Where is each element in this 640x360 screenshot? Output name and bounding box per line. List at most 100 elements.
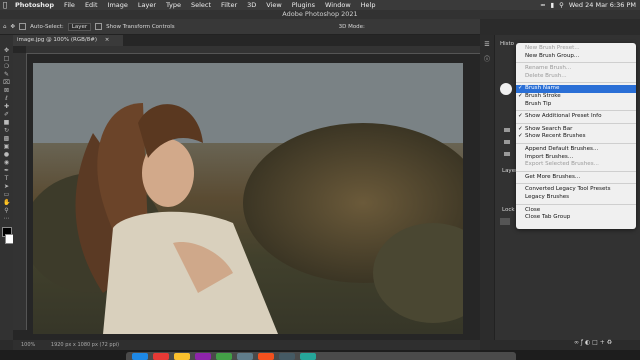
panel-bottom-icons: ∞ ƒ ◐ □ + ♻ bbox=[574, 339, 612, 346]
menu-select[interactable]: Select bbox=[186, 1, 216, 9]
zoom-level[interactable]: 100% bbox=[21, 342, 35, 348]
menubar-clock[interactable]: Wed 24 Mar 6:36 PM bbox=[569, 1, 636, 9]
menu-item[interactable]: New Brush Group... bbox=[516, 53, 636, 61]
dock-app-icon[interactable] bbox=[216, 352, 232, 360]
dock-app-icon[interactable] bbox=[195, 352, 211, 360]
menu-view[interactable]: View bbox=[261, 1, 286, 9]
new-group-icon[interactable]: □ bbox=[592, 339, 598, 346]
dodge-tool-icon[interactable]: ◉ bbox=[3, 159, 10, 166]
vertical-ruler[interactable] bbox=[13, 53, 27, 330]
menu-item-label: Export Selected Brushes... bbox=[525, 161, 599, 168]
crop-tool-icon[interactable]: ⌧ bbox=[3, 79, 10, 86]
tools-panel: ✥ □ ❍ ✎ ⌧ ⊠ ℓ ✚ ✐ ■ ↻ ▩ ▣ ● ◉ ✒ T ➤ ▭ ✋ … bbox=[0, 35, 15, 340]
quick-select-tool-icon[interactable]: ✎ bbox=[3, 71, 10, 78]
folder-icon[interactable] bbox=[504, 140, 510, 144]
menu-item[interactable]: Import Brushes... bbox=[516, 154, 636, 162]
new-layer-icon[interactable]: + bbox=[600, 339, 605, 346]
apple-icon[interactable]:  bbox=[0, 1, 10, 9]
mask-icon[interactable]: ◐ bbox=[585, 339, 590, 346]
folder-icon[interactable] bbox=[504, 152, 510, 156]
history-brush-icon[interactable]: ↻ bbox=[3, 127, 10, 134]
stamp-tool-icon[interactable]: ■ bbox=[3, 119, 10, 126]
folder-icon[interactable] bbox=[504, 128, 510, 132]
menu-image[interactable]: Image bbox=[103, 1, 133, 9]
eraser-tool-icon[interactable]: ▩ bbox=[3, 135, 10, 142]
menu-app-name[interactable]: Photoshop bbox=[10, 1, 59, 9]
search-icon[interactable]: ⚲ bbox=[559, 1, 564, 9]
eyedropper-tool-icon[interactable]: ℓ bbox=[3, 95, 10, 102]
menu-layer[interactable]: Layer bbox=[133, 1, 161, 9]
menu-item-label: Converted Legacy Tool Presets bbox=[525, 186, 611, 193]
frame-tool-icon[interactable]: ⊠ bbox=[3, 87, 10, 94]
image-canvas[interactable] bbox=[33, 63, 463, 334]
menu-item[interactable]: Legacy Brushes bbox=[516, 194, 636, 202]
menu-item: Export Selected Brushes... bbox=[516, 161, 636, 169]
menu-item[interactable]: Append Default Brushes... bbox=[516, 146, 636, 154]
dock-app-icon[interactable] bbox=[132, 352, 148, 360]
menu-file[interactable]: File bbox=[59, 1, 80, 9]
menu-item[interactable]: Get More Brushes... bbox=[516, 174, 636, 182]
menu-item[interactable]: Converted Legacy Tool Presets bbox=[516, 186, 636, 194]
dock-app-icon[interactable] bbox=[237, 352, 253, 360]
lasso-tool-icon[interactable]: ❍ bbox=[3, 63, 10, 70]
menu-help[interactable]: Help bbox=[356, 1, 381, 9]
document-tab[interactable]: image.jpg @ 100% (RGB/8#) × bbox=[13, 35, 123, 46]
trash-icon[interactable]: ♻ bbox=[607, 339, 612, 346]
menu-item[interactable]: ✓ Show Search Bar bbox=[516, 126, 636, 134]
dock-app-icon[interactable] bbox=[300, 352, 316, 360]
portrait-photo bbox=[33, 63, 463, 334]
menu-3d[interactable]: 3D bbox=[242, 1, 261, 9]
menu-filter[interactable]: Filter bbox=[216, 1, 242, 9]
menu-item[interactable]: ✓ Show Additional Preset Info bbox=[516, 113, 636, 121]
menu-item[interactable]: ✓ Show Recent Brushes bbox=[516, 133, 636, 141]
menu-item-label: Close bbox=[525, 206, 541, 213]
show-transform-checkbox[interactable] bbox=[95, 23, 103, 30]
auto-select-dropdown[interactable]: Layer bbox=[67, 22, 92, 31]
eye-icon[interactable] bbox=[500, 218, 510, 225]
checkmark-icon: ✓ bbox=[518, 85, 523, 92]
menu-window[interactable]: Window bbox=[320, 1, 356, 9]
menu-type[interactable]: Type bbox=[161, 1, 186, 9]
move-tool-icon[interactable]: ✥ bbox=[3, 47, 10, 54]
shape-tool-icon[interactable]: ▭ bbox=[3, 191, 10, 198]
menu-edit[interactable]: Edit bbox=[80, 1, 103, 9]
home-icon[interactable]: ⌂ bbox=[3, 24, 7, 30]
auto-select-checkbox[interactable] bbox=[19, 23, 27, 30]
horizontal-ruler[interactable] bbox=[26, 46, 480, 54]
menu-item-label: New Brush Group... bbox=[525, 52, 580, 59]
menu-item[interactable]: ✓ Brush Name bbox=[516, 85, 636, 93]
healing-tool-icon[interactable]: ✚ bbox=[3, 103, 10, 110]
dock-app-icon[interactable] bbox=[153, 352, 169, 360]
hand-tool-icon[interactable]: ✋ bbox=[3, 199, 10, 206]
menu-item[interactable]: Brush Tip bbox=[516, 101, 636, 109]
close-tab-icon[interactable]: × bbox=[105, 37, 110, 43]
more-tools-icon[interactable]: ⋯ bbox=[3, 215, 10, 222]
gradient-tool-icon[interactable]: ▣ bbox=[3, 143, 10, 150]
info-panel-icon[interactable]: ⓘ bbox=[480, 54, 494, 63]
battery-icon[interactable]: ▮ bbox=[551, 1, 555, 9]
marquee-tool-icon[interactable]: □ bbox=[3, 55, 10, 62]
menu-item-label: Brush Name bbox=[525, 85, 560, 92]
menu-separator bbox=[516, 142, 636, 144]
path-select-tool-icon[interactable]: ➤ bbox=[3, 183, 10, 190]
brush-tool-icon[interactable]: ✐ bbox=[3, 111, 10, 118]
pen-tool-icon[interactable]: ✒ bbox=[3, 167, 10, 174]
menu-item-label: Brush Stroke bbox=[525, 92, 561, 99]
fx-icon[interactable]: ƒ bbox=[581, 339, 583, 346]
menu-item[interactable]: ✓ Brush Stroke bbox=[516, 93, 636, 101]
move-tool-icon[interactable]: ✥ bbox=[11, 24, 16, 30]
menu-plugins[interactable]: Plugins bbox=[287, 1, 320, 9]
dock-app-icon[interactable] bbox=[258, 352, 274, 360]
history-panel-icon[interactable]: ☰ bbox=[480, 41, 494, 48]
menu-item[interactable]: Close Tab Group bbox=[516, 214, 636, 222]
menu-item-label: Show Additional Preset Info bbox=[525, 113, 602, 120]
zoom-tool-icon[interactable]: ⚲ bbox=[3, 207, 10, 214]
panel-tab-histo[interactable]: Histo bbox=[500, 41, 514, 47]
blur-tool-icon[interactable]: ● bbox=[3, 151, 10, 158]
dock-app-icon[interactable] bbox=[174, 352, 190, 360]
type-tool-icon[interactable]: T bbox=[3, 175, 10, 182]
dock-app-icon[interactable] bbox=[279, 352, 295, 360]
menu-item[interactable]: Close bbox=[516, 207, 636, 215]
wifi-icon[interactable]: ≈ bbox=[540, 1, 545, 9]
link-icon[interactable]: ∞ bbox=[574, 339, 579, 346]
